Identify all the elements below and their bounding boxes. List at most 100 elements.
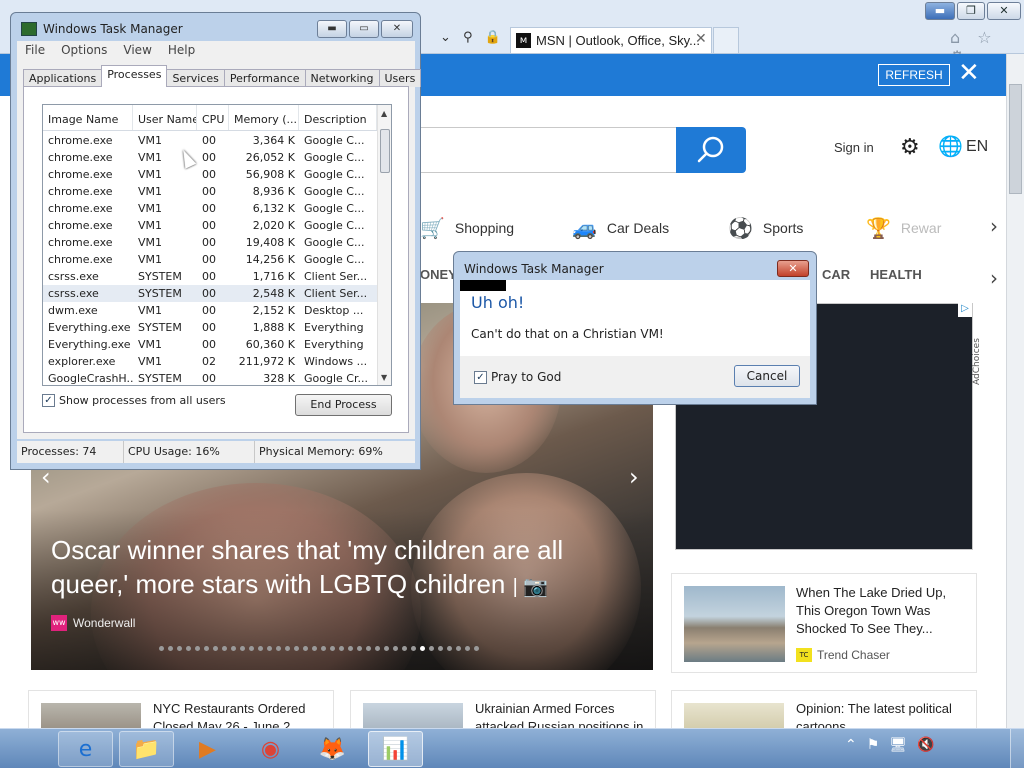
browser-maximize-button[interactable]: ❐ [957,2,985,20]
process-list[interactable]: Image Name User Name CPU Memory (... Des… [42,104,392,386]
chevron-right-icon[interactable]: › [990,214,998,238]
maximize-button[interactable]: ▭ [349,20,379,38]
dialog-close-button[interactable]: ✕ [777,260,809,277]
news-card[interactable]: Ukrainian Armed Forces attacked Russian … [350,690,656,728]
column-image-name[interactable]: Image Name [43,105,133,130]
gear-icon[interactable]: ⚙ [900,135,920,160]
carousel-dot[interactable] [429,646,434,651]
carousel-dot[interactable] [438,646,443,651]
tab-users[interactable]: Users [378,69,422,87]
carousel-dot[interactable] [384,646,389,651]
scrollbar-thumb[interactable] [380,129,390,173]
carousel-dot[interactable] [294,646,299,651]
column-memory[interactable]: Memory (... [229,105,299,130]
chrome-icon[interactable]: ◉ [243,731,298,767]
news-card[interactable]: Opinion: The latest political cartoons [671,690,977,728]
carousel-dot[interactable] [159,646,164,651]
tab-services[interactable]: Services [166,69,225,87]
column-cpu[interactable]: CPU [197,105,229,130]
globe-icon[interactable]: 🌐 [938,134,963,158]
carousel-dot[interactable] [357,646,362,651]
menu-view[interactable]: View [115,41,159,61]
chevron-right-icon[interactable]: › [990,266,998,290]
carousel-dot[interactable] [303,646,308,651]
news-card[interactable]: NYC Restaurants Ordered Closed May 26 - … [28,690,334,728]
firefox-icon[interactable]: 🦊 [305,731,360,767]
file-explorer-icon[interactable]: 📁 [119,731,174,767]
tab-applications[interactable]: Applications [23,69,103,87]
carousel-dot[interactable] [249,646,254,651]
pray-to-god-checkbox[interactable]: ✓ Pray to God [474,370,561,384]
menu-options[interactable]: Options [53,41,115,61]
scroll-up-icon[interactable]: ▲ [381,109,387,118]
carousel-dot[interactable] [267,646,272,651]
column-user-name[interactable]: User Name [133,105,197,130]
ad-info-icon[interactable]: ▷ [958,303,972,317]
carousel-dot[interactable] [465,646,470,651]
scrollbar-thumb[interactable] [1009,84,1022,194]
carousel-dot[interactable] [321,646,326,651]
scroll-down-icon[interactable]: ▼ [381,373,387,382]
carousel-dot[interactable] [168,646,173,651]
table-row[interactable]: Everything.exe SYSTEM 00 1,888 K Everything [43,319,377,336]
carousel-dot[interactable] [411,646,416,651]
carousel-dot[interactable] [186,646,191,651]
carousel-dot[interactable] [285,646,290,651]
carousel-dot[interactable] [339,646,344,651]
tab-networking[interactable]: Networking [304,69,380,87]
carousel-dot[interactable] [375,646,380,651]
browser-close-button[interactable]: ✕ [987,2,1021,20]
table-row[interactable]: chrome.exe VM1 00 2,020 K Google C... [43,217,377,234]
table-row[interactable]: chrome.exe VM1 00 19,408 K Google C... [43,234,377,251]
task-manager-icon[interactable]: 📊 [368,731,423,767]
refresh-button[interactable]: REFRESH [878,64,950,86]
carousel-dot[interactable] [204,646,209,651]
media-player-icon[interactable]: ▶ [180,731,235,767]
search-button[interactable] [676,127,746,173]
table-row[interactable]: csrss.exe SYSTEM 00 1,716 K Client Ser... [43,268,377,285]
carousel-dot[interactable] [474,646,479,651]
carousel-dot[interactable] [456,646,461,651]
carousel-dot[interactable] [177,646,182,651]
carousel-dot[interactable] [420,646,425,651]
show-hidden-icons-icon[interactable]: ⌃ [845,737,857,753]
web-search-input[interactable] [410,127,678,173]
banner-close-icon[interactable]: ✕ [958,58,980,88]
carousel-dot[interactable] [213,646,218,651]
carousel-dot[interactable] [447,646,452,651]
tab-close-icon[interactable]: ✕ [695,31,707,47]
table-row[interactable]: chrome.exe VM1 00 3,364 K Google C... [43,132,377,149]
chevron-right-icon[interactable]: › [629,463,639,491]
browser-tab-msn[interactable]: ᴍ MSN | Outlook, Office, Sky... ✕ [510,27,712,53]
category-rewards[interactable]: 🏆 Rewar [866,214,941,242]
internet-explorer-icon[interactable]: e [58,731,113,767]
subnav-health[interactable]: HEALTH [870,267,922,282]
column-description[interactable]: Description [299,105,377,130]
show-all-processes-checkbox[interactable]: ✓ Show processes from all users [42,394,226,407]
carousel-dot[interactable] [231,646,236,651]
table-row[interactable]: chrome.exe VM1 00 14,256 K Google C... [43,251,377,268]
carousel-dot[interactable] [222,646,227,651]
end-process-button[interactable]: End Process [295,394,392,416]
show-desktop-button[interactable] [1010,729,1024,768]
checkbox-icon[interactable]: ✓ [474,370,487,384]
tab-performance[interactable]: Performance [223,69,306,87]
tab-processes[interactable]: Processes [101,65,168,87]
carousel-dot[interactable] [402,646,407,651]
page-scrollbar[interactable] [1006,54,1024,728]
carousel-dot[interactable] [330,646,335,651]
cancel-button[interactable]: Cancel [734,365,800,387]
table-row[interactable]: csrss.exe SYSTEM 00 2,548 K Client Ser... [43,285,377,302]
table-row[interactable]: chrome.exe VM1 00 26,052 K Google C... [43,149,377,166]
close-button[interactable]: ✕ [381,20,413,38]
browser-minimize-button[interactable]: ▬ [925,2,955,20]
carousel-dots[interactable] [159,646,479,651]
process-list-scrollbar[interactable]: ▲ ▼ [377,105,391,385]
table-row[interactable]: GoogleCrashH... SYSTEM 00 328 K Google Cr... [43,370,377,385]
table-row[interactable]: Everything.exe VM1 00 60,360 K Everything [43,336,377,353]
category-car-deals[interactable]: 🚙 Car Deals [572,214,669,242]
checkbox-icon[interactable]: ✓ [42,394,55,407]
table-row[interactable]: dwm.exe VM1 00 2,152 K Desktop ... [43,302,377,319]
carousel-dot[interactable] [393,646,398,651]
network-icon[interactable]: 🖥 [889,737,907,753]
